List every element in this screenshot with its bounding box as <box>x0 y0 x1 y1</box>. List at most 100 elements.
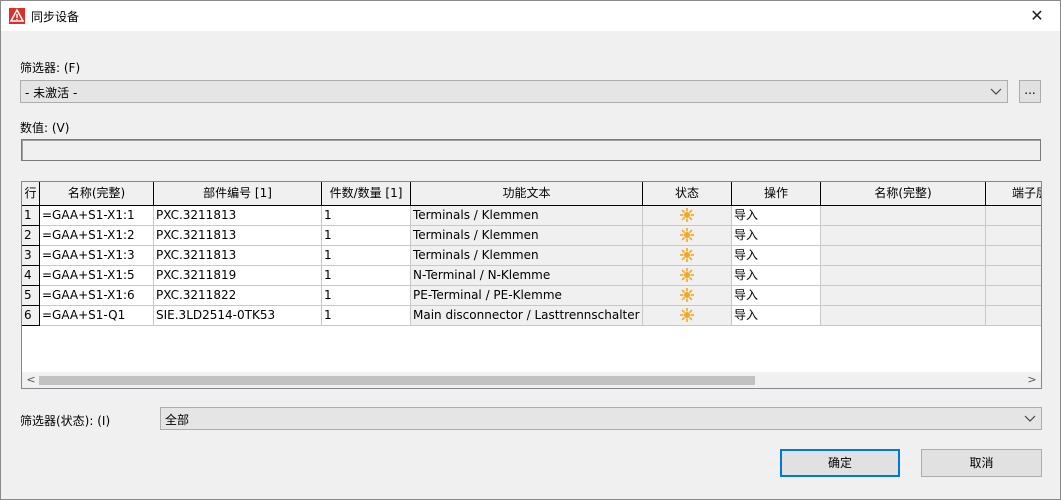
action-cell[interactable]: 导入 <box>732 266 821 286</box>
name-2-cell[interactable] <box>821 246 986 266</box>
filter-dropdown[interactable]: - 未激活 - <box>20 80 1008 103</box>
terminal-layer-cell[interactable] <box>986 266 1041 286</box>
name-cell[interactable]: =GAA+S1-X1:1 <box>40 206 154 226</box>
status-filter-label: 筛选器(状态): (I) <box>20 414 111 428</box>
part-number-cell[interactable]: PXC.3211822 <box>154 286 322 306</box>
close-button[interactable]: ✕ <box>1014 1 1060 31</box>
terminal-layer-cell[interactable] <box>986 246 1041 266</box>
action-cell[interactable]: 导入 <box>732 286 821 306</box>
filter-label: 筛选器: (F) <box>20 61 81 75</box>
horizontal-scrollbar[interactable]: < > <box>22 372 1041 388</box>
name-cell[interactable]: =GAA+S1-X1:6 <box>40 286 154 306</box>
row-number-cell[interactable]: 1 <box>22 206 40 226</box>
status-cell[interactable] <box>643 246 732 266</box>
col-header-quantity[interactable]: 件数/数量 [1] <box>322 182 411 206</box>
quantity-cell[interactable]: 1 <box>322 266 411 286</box>
scroll-right-icon[interactable]: > <box>1024 373 1040 387</box>
sync-devices-dialog: 同步设备 ✕ 筛选器: (F) - 未激活 - ... 数值: (V) 行 名称… <box>0 0 1061 500</box>
name-cell[interactable]: =GAA+S1-X1:2 <box>40 226 154 246</box>
table-row[interactable]: 6 =GAA+S1-Q1 SIE.3LD2514-0TK53 1 Main discon… <box>22 306 1041 326</box>
col-header-function-text[interactable]: 功能文本 <box>411 182 643 206</box>
status-cell[interactable] <box>643 206 732 226</box>
part-number-cell[interactable]: PXC.3211819 <box>154 266 322 286</box>
action-cell[interactable]: 导入 <box>732 246 821 266</box>
part-number-cell[interactable]: SIE.3LD2514-0TK53 <box>154 306 322 326</box>
quantity-cell[interactable]: 1 <box>322 306 411 326</box>
close-icon: ✕ <box>1030 6 1044 25</box>
new-status-icon <box>680 267 694 282</box>
new-status-icon <box>680 207 694 222</box>
name-cell[interactable]: =GAA+S1-X1:3 <box>40 246 154 266</box>
new-status-icon <box>680 307 694 322</box>
scrollbar-thumb[interactable] <box>39 376 755 385</box>
terminal-layer-cell[interactable] <box>986 306 1041 326</box>
row-number-cell[interactable]: 5 <box>22 286 40 306</box>
table-row[interactable]: 3 =GAA+S1-X1:3 PXC.3211813 1 Terminals / Kle… <box>22 246 1041 266</box>
terminal-layer-cell[interactable] <box>986 206 1041 226</box>
action-cell[interactable]: 导入 <box>732 206 821 226</box>
table-row[interactable]: 5 =GAA+S1-X1:6 PXC.3211822 1 PE-Terminal / P… <box>22 286 1041 306</box>
name-2-cell[interactable] <box>821 266 986 286</box>
devices-table: 行 名称(完整) 部件编号 [1] 件数/数量 [1] 功能文本 状态 操作 名… <box>21 181 1042 389</box>
function-text-cell[interactable]: Terminals / Klemmen <box>411 246 643 266</box>
terminal-layer-cell[interactable] <box>986 226 1041 246</box>
col-header-part-number[interactable]: 部件编号 [1] <box>154 182 322 206</box>
new-status-icon <box>680 247 694 262</box>
value-label: 数值: (V) <box>20 121 70 135</box>
title-bar: 同步设备 ✕ <box>1 1 1060 31</box>
filter-value: - 未激活 - <box>25 86 78 100</box>
scroll-left-icon[interactable]: < <box>23 373 39 387</box>
value-field[interactable] <box>21 139 1041 161</box>
row-number-cell[interactable]: 3 <box>22 246 40 266</box>
name-2-cell[interactable] <box>821 286 986 306</box>
row-number-cell[interactable]: 2 <box>22 226 40 246</box>
new-status-icon <box>680 227 694 242</box>
new-status-icon <box>680 287 694 302</box>
status-filter-value: 全部 <box>165 413 190 427</box>
col-header-action[interactable]: 操作 <box>732 182 821 206</box>
col-header-name-2[interactable]: 名称(完整) <box>821 182 986 206</box>
col-header-row[interactable]: 行 <box>22 182 40 206</box>
table-header: 行 名称(完整) 部件编号 [1] 件数/数量 [1] 功能文本 状态 操作 名… <box>22 182 1041 206</box>
col-header-name[interactable]: 名称(完整) <box>40 182 154 206</box>
table-row[interactable]: 2 =GAA+S1-X1:2 PXC.3211813 1 Terminals / Kle… <box>22 226 1041 246</box>
quantity-cell[interactable]: 1 <box>322 206 411 226</box>
terminal-layer-cell[interactable] <box>986 286 1041 306</box>
status-cell[interactable] <box>643 266 732 286</box>
name-2-cell[interactable] <box>821 226 986 246</box>
status-cell[interactable] <box>643 286 732 306</box>
part-number-cell[interactable]: PXC.3211813 <box>154 246 322 266</box>
function-text-cell[interactable]: Main disconnector / Lasttrennschalter <box>411 306 643 326</box>
col-header-status[interactable]: 状态 <box>643 182 732 206</box>
name-2-cell[interactable] <box>821 206 986 226</box>
function-text-cell[interactable]: Terminals / Klemmen <box>411 206 643 226</box>
status-filter-dropdown[interactable]: 全部 <box>160 407 1042 430</box>
function-text-cell[interactable]: Terminals / Klemmen <box>411 226 643 246</box>
table-row[interactable]: 1 =GAA+S1-X1:1 PXC.3211813 1 Terminals / Kle… <box>22 206 1041 226</box>
warning-app-icon <box>9 8 25 24</box>
function-text-cell[interactable]: N-Terminal / N-Klemme <box>411 266 643 286</box>
name-2-cell[interactable] <box>821 306 986 326</box>
quantity-cell[interactable]: 1 <box>322 226 411 246</box>
chevron-down-icon <box>1024 415 1036 422</box>
name-cell[interactable]: =GAA+S1-X1:5 <box>40 266 154 286</box>
name-cell[interactable]: =GAA+S1-Q1 <box>40 306 154 326</box>
action-cell[interactable]: 导入 <box>732 306 821 326</box>
row-number-cell[interactable]: 4 <box>22 266 40 286</box>
chevron-down-icon <box>990 88 1002 95</box>
window-title: 同步设备 <box>31 10 80 24</box>
part-number-cell[interactable]: PXC.3211813 <box>154 206 322 226</box>
filter-more-button[interactable]: ... <box>1019 80 1041 103</box>
quantity-cell[interactable]: 1 <box>322 246 411 266</box>
quantity-cell[interactable]: 1 <box>322 286 411 306</box>
cancel-button[interactable]: 取消 <box>921 449 1042 477</box>
part-number-cell[interactable]: PXC.3211813 <box>154 226 322 246</box>
col-header-terminal-layer[interactable]: 端子层 <box>986 182 1041 206</box>
ok-button[interactable]: 确定 <box>780 449 900 477</box>
row-number-cell[interactable]: 6 <box>22 306 40 326</box>
status-cell[interactable] <box>643 306 732 326</box>
status-cell[interactable] <box>643 226 732 246</box>
action-cell[interactable]: 导入 <box>732 226 821 246</box>
function-text-cell[interactable]: PE-Terminal / PE-Klemme <box>411 286 643 306</box>
table-row[interactable]: 4 =GAA+S1-X1:5 PXC.3211819 1 N-Terminal / N-… <box>22 266 1041 286</box>
